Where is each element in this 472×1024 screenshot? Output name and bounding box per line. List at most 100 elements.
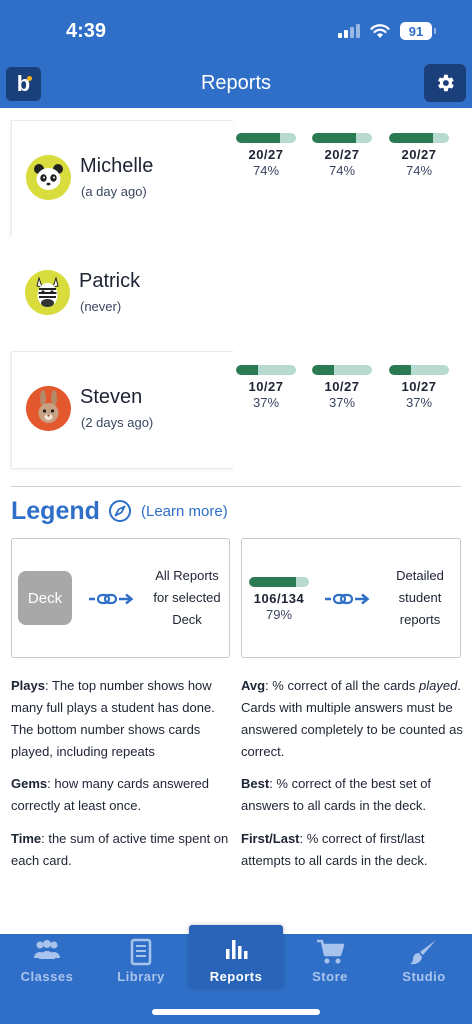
home-indicator bbox=[152, 1009, 320, 1015]
student-row-michelle[interactable]: Michelle (a day ago) bbox=[11, 120, 233, 238]
detail-description: Detailed student reports bbox=[382, 565, 458, 631]
tab-label: Studio bbox=[402, 969, 446, 984]
def-text-italic: played bbox=[418, 678, 458, 693]
legend-box-student: 106/134 79% Detailed student reports bbox=[241, 538, 461, 658]
progress-fill bbox=[389, 365, 412, 375]
stat-percent: 79% bbox=[265, 607, 293, 622]
page-title: Reports bbox=[200, 72, 272, 94]
student-last-seen: (never) bbox=[80, 299, 122, 314]
stat-percent: 37% bbox=[252, 395, 280, 410]
progress-fill bbox=[236, 365, 259, 375]
tab-label: Reports bbox=[209, 969, 263, 984]
tab-label: Store bbox=[312, 969, 348, 984]
stat-fraction: 10/27 bbox=[248, 379, 284, 394]
tab-classes[interactable]: Classes bbox=[0, 934, 94, 996]
best-definition: Best: % correct of the best set of answe… bbox=[241, 773, 463, 817]
deck-desc-line: All Reports bbox=[155, 568, 219, 583]
progress-fill bbox=[312, 133, 357, 143]
stat-percent: 74% bbox=[405, 163, 433, 178]
stat-percent: 74% bbox=[328, 163, 356, 178]
progress-fill bbox=[389, 133, 434, 143]
progress-bar bbox=[236, 365, 296, 375]
gems-definition: Gems: how many cards answered correctly … bbox=[11, 773, 233, 817]
student-name: Patrick bbox=[79, 270, 141, 292]
progress-bar bbox=[236, 133, 296, 143]
stat-percent: 74% bbox=[252, 163, 280, 178]
first-last-definition: First/Last: % correct of first/last atte… bbox=[241, 828, 463, 872]
def-term: First/Last bbox=[241, 831, 300, 846]
def-text: : % correct of all the cards bbox=[265, 678, 419, 693]
deck-tile: Deck bbox=[18, 571, 72, 625]
def-text: : % correct of the best set of answers t… bbox=[241, 776, 432, 813]
divider bbox=[11, 486, 461, 487]
book-icon bbox=[130, 938, 152, 966]
stat-percent: 37% bbox=[405, 395, 433, 410]
progress-bar bbox=[389, 133, 449, 143]
stat-gems[interactable]: 20/27 74% bbox=[312, 133, 372, 178]
legend-title: Legend bbox=[11, 497, 100, 525]
time-definition: Time: the sum of active time spent on ea… bbox=[11, 828, 233, 872]
progress-bar bbox=[389, 365, 449, 375]
student-last-seen: (a day ago) bbox=[81, 184, 147, 199]
top-bar: 4:39 91 b Reports bbox=[0, 0, 472, 108]
detail-desc-line: student bbox=[398, 590, 442, 605]
link-arrow-icon bbox=[325, 593, 370, 605]
progress-bar bbox=[249, 577, 309, 587]
progress-fill bbox=[312, 365, 335, 375]
learn-more-link[interactable]: (Learn more) bbox=[141, 503, 228, 520]
stat-fraction: 10/27 bbox=[401, 379, 437, 394]
battery-icon: 91 bbox=[400, 22, 436, 40]
def-term: Time bbox=[11, 831, 42, 846]
stat-fraction: 20/27 bbox=[324, 147, 360, 162]
def-term: Best bbox=[241, 776, 270, 791]
student-name: Michelle bbox=[80, 155, 154, 177]
progress-bar bbox=[312, 365, 372, 375]
stat-plays[interactable]: 10/27 37% bbox=[236, 365, 296, 410]
def-text: : the sum of active time spent on each c… bbox=[11, 831, 229, 868]
stat-time[interactable]: 20/27 74% bbox=[389, 133, 449, 178]
tab-store[interactable]: Store bbox=[283, 934, 377, 996]
panda-avatar-icon bbox=[26, 155, 71, 200]
deck-desc-line: for selected bbox=[153, 590, 221, 605]
sample-stat: 106/134 79% bbox=[249, 577, 309, 622]
stat-fraction: 106/134 bbox=[253, 591, 305, 606]
detail-desc-line: Detailed bbox=[396, 568, 444, 583]
people-icon bbox=[34, 940, 60, 959]
stat-gems[interactable]: 10/27 37% bbox=[312, 365, 372, 410]
progress-bar bbox=[312, 133, 372, 143]
progress-fill bbox=[249, 577, 297, 587]
status-time: 4:39 bbox=[66, 20, 107, 42]
stat-plays[interactable]: 20/27 74% bbox=[236, 133, 296, 178]
stat-fraction: 20/27 bbox=[248, 147, 284, 162]
student-name: Steven bbox=[80, 386, 143, 408]
deck-description: All Reports for selected Deck bbox=[142, 565, 232, 631]
progress-fill bbox=[236, 133, 281, 143]
stat-time[interactable]: 10/27 37% bbox=[389, 365, 449, 410]
def-term: Gems bbox=[11, 776, 48, 791]
stat-fraction: 20/27 bbox=[401, 147, 437, 162]
avg-definition: Avg: % correct of all the cards played. … bbox=[241, 675, 466, 763]
tab-library[interactable]: Library bbox=[94, 934, 188, 996]
student-row-patrick[interactable]: Patrick (never) bbox=[11, 236, 233, 354]
tab-studio[interactable]: Studio bbox=[377, 934, 471, 996]
bar-chart-icon bbox=[226, 940, 248, 959]
stat-percent: 37% bbox=[328, 395, 356, 410]
plays-definition: Plays: The top number shows how many ful… bbox=[11, 675, 233, 763]
tab-label: Classes bbox=[20, 969, 74, 984]
link-arrow-icon bbox=[89, 593, 134, 605]
zebra-avatar-icon bbox=[25, 270, 70, 315]
def-term: Avg bbox=[241, 678, 266, 693]
signal-icon bbox=[338, 24, 360, 38]
tab-reports[interactable]: Reports bbox=[189, 925, 283, 988]
rabbit-avatar-icon bbox=[26, 386, 71, 431]
wifi-icon bbox=[370, 24, 390, 38]
detail-desc-line: reports bbox=[399, 612, 441, 627]
deck-desc-line: Deck bbox=[172, 612, 202, 627]
student-row-steven[interactable]: Steven (2 days ago) bbox=[11, 351, 233, 469]
settings-button[interactable] bbox=[424, 64, 466, 102]
gear-icon bbox=[438, 74, 454, 92]
compass-icon[interactable] bbox=[108, 499, 132, 523]
student-last-seen: (2 days ago) bbox=[81, 415, 154, 430]
stat-fraction: 10/27 bbox=[324, 379, 360, 394]
status-icons: 91 bbox=[338, 22, 436, 40]
